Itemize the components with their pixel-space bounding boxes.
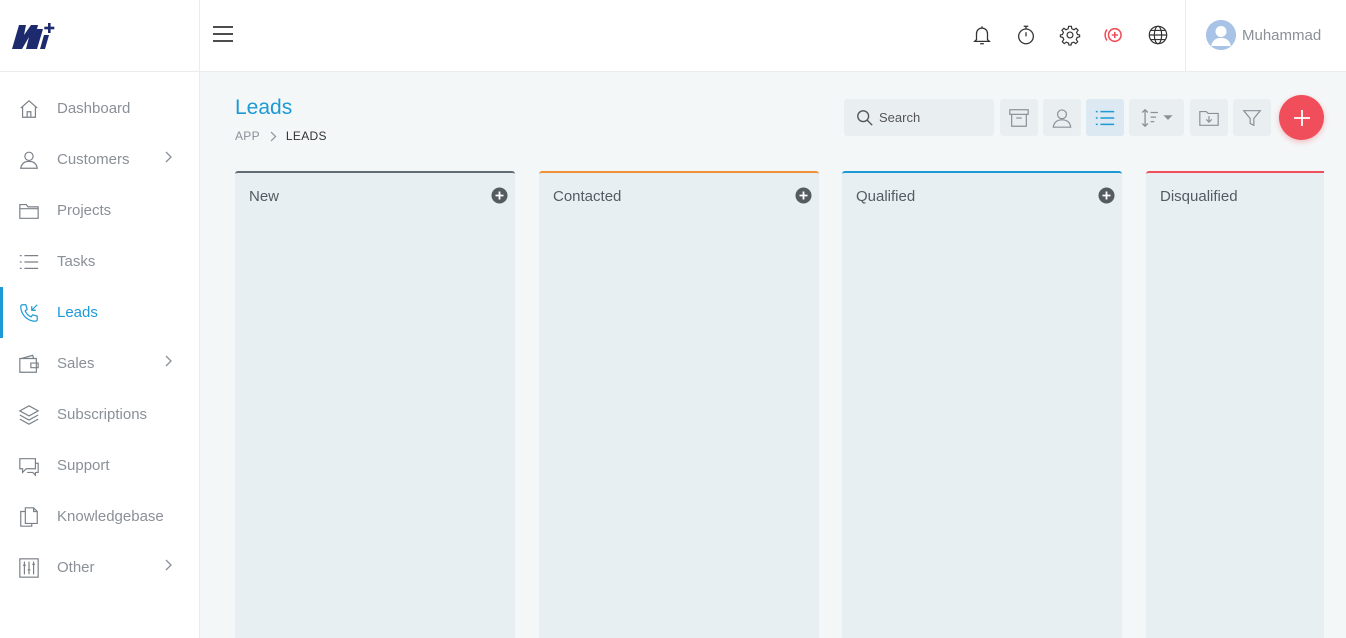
- chevron-right-icon: [165, 559, 172, 571]
- topbar: Muhammad: [200, 0, 1346, 72]
- sidebar-item-label: Leads: [57, 304, 98, 321]
- chevron-right-icon: [165, 151, 172, 163]
- list-view-button[interactable]: [1086, 99, 1124, 136]
- chevron-right-icon: [270, 131, 277, 141]
- list-view-icon: [1095, 110, 1115, 125]
- breadcrumb-current: LEADS: [285, 129, 327, 143]
- kanban-column-contacted: Contacted: [539, 171, 819, 638]
- sidebar-item-knowledgebase[interactable]: Knowledgebase: [0, 491, 199, 542]
- bell-icon[interactable]: [960, 20, 1004, 50]
- wallet-icon: [18, 353, 40, 375]
- sliders-icon: [18, 557, 40, 579]
- sidebar-item-support[interactable]: Support: [0, 440, 199, 491]
- menu-icon[interactable]: [212, 24, 234, 44]
- list-icon: [18, 251, 40, 273]
- sidebar-item-projects[interactable]: Projects: [0, 185, 199, 236]
- assign-user-button[interactable]: [1043, 99, 1081, 136]
- sidebar-item-other[interactable]: Other: [0, 542, 199, 593]
- documents-icon: [18, 506, 40, 528]
- sidebar-item-sales[interactable]: Sales: [0, 338, 199, 389]
- logo[interactable]: [0, 0, 199, 72]
- layers-icon: [18, 404, 40, 426]
- filter-icon: [1242, 109, 1262, 126]
- page-title: Leads: [235, 96, 293, 119]
- globe-icon[interactable]: [1136, 20, 1180, 50]
- column-title: Disqualified: [1160, 188, 1238, 205]
- sidebar-item-label: Sales: [57, 355, 95, 372]
- column-title: Qualified: [856, 188, 916, 205]
- sidebar-nav: Dashboard Customers Projects Tasks Leads…: [0, 72, 199, 593]
- sidebar: Dashboard Customers Projects Tasks Leads…: [0, 0, 200, 638]
- sidebar-item-subscriptions[interactable]: Subscriptions: [0, 389, 199, 440]
- breadcrumb: APP LEADS: [235, 129, 327, 143]
- kanban-column-qualified: Qualified: [842, 171, 1122, 638]
- avatar-icon: [1206, 20, 1236, 50]
- archive-icon: [1009, 108, 1029, 127]
- search-box: [844, 99, 994, 136]
- column-title: New: [249, 188, 280, 205]
- sort-button[interactable]: [1129, 99, 1184, 136]
- sidebar-item-label: Tasks: [57, 253, 96, 270]
- plus-circle-icon[interactable]: [1098, 187, 1115, 204]
- sidebar-item-label: Knowledgebase: [57, 508, 164, 525]
- breadcrumb-root[interactable]: APP: [235, 129, 260, 143]
- user-name: Muhammad: [1242, 26, 1322, 44]
- search-icon: [857, 109, 873, 126]
- kanban-column-disqualified: Disqualified: [1146, 171, 1324, 638]
- help-plus-icon[interactable]: [1092, 20, 1136, 50]
- sidebar-item-tasks[interactable]: Tasks: [0, 236, 199, 287]
- sidebar-item-label: Dashboard: [57, 100, 131, 117]
- home-icon: [18, 98, 40, 120]
- m-plus-logo: [12, 22, 55, 49]
- kanban-board: New Contacted Qualified Disqualified: [235, 171, 1324, 638]
- gear-icon[interactable]: [1048, 20, 1092, 50]
- export-button[interactable]: [1190, 99, 1228, 136]
- chat-icon: [18, 455, 40, 477]
- topbar-divider: [1185, 0, 1186, 72]
- sidebar-item-label: Subscriptions: [57, 406, 148, 423]
- sidebar-item-customers[interactable]: Customers: [0, 134, 199, 185]
- search-input[interactable]: [879, 110, 989, 125]
- sidebar-item-label: Other: [57, 559, 95, 576]
- archive-button[interactable]: [1000, 99, 1038, 136]
- sidebar-item-dashboard[interactable]: Dashboard: [0, 83, 199, 134]
- timer-icon[interactable]: [1004, 20, 1048, 50]
- folder-icon: [18, 200, 40, 222]
- sidebar-item-label: Customers: [57, 151, 130, 168]
- sidebar-item-label: Support: [57, 457, 110, 474]
- user-icon: [18, 149, 40, 171]
- sidebar-item-leads[interactable]: Leads: [0, 287, 199, 338]
- topbar-icons: [960, 20, 1180, 50]
- sidebar-item-label: Projects: [57, 202, 112, 219]
- phone-incoming-icon: [18, 302, 40, 324]
- filter-button[interactable]: [1233, 99, 1271, 136]
- user-icon: [1052, 108, 1072, 128]
- plus-icon: [1293, 109, 1310, 126]
- chevron-right-icon: [165, 355, 172, 367]
- plus-circle-icon[interactable]: [491, 187, 508, 204]
- download-folder-icon: [1199, 110, 1219, 126]
- sort-icon: [1141, 108, 1173, 127]
- add-lead-button[interactable]: [1279, 95, 1324, 140]
- plus-circle-icon[interactable]: [795, 187, 812, 204]
- user-menu[interactable]: Muhammad: [1206, 20, 1321, 50]
- column-title: Contacted: [553, 188, 622, 205]
- kanban-column-new: New: [235, 171, 515, 638]
